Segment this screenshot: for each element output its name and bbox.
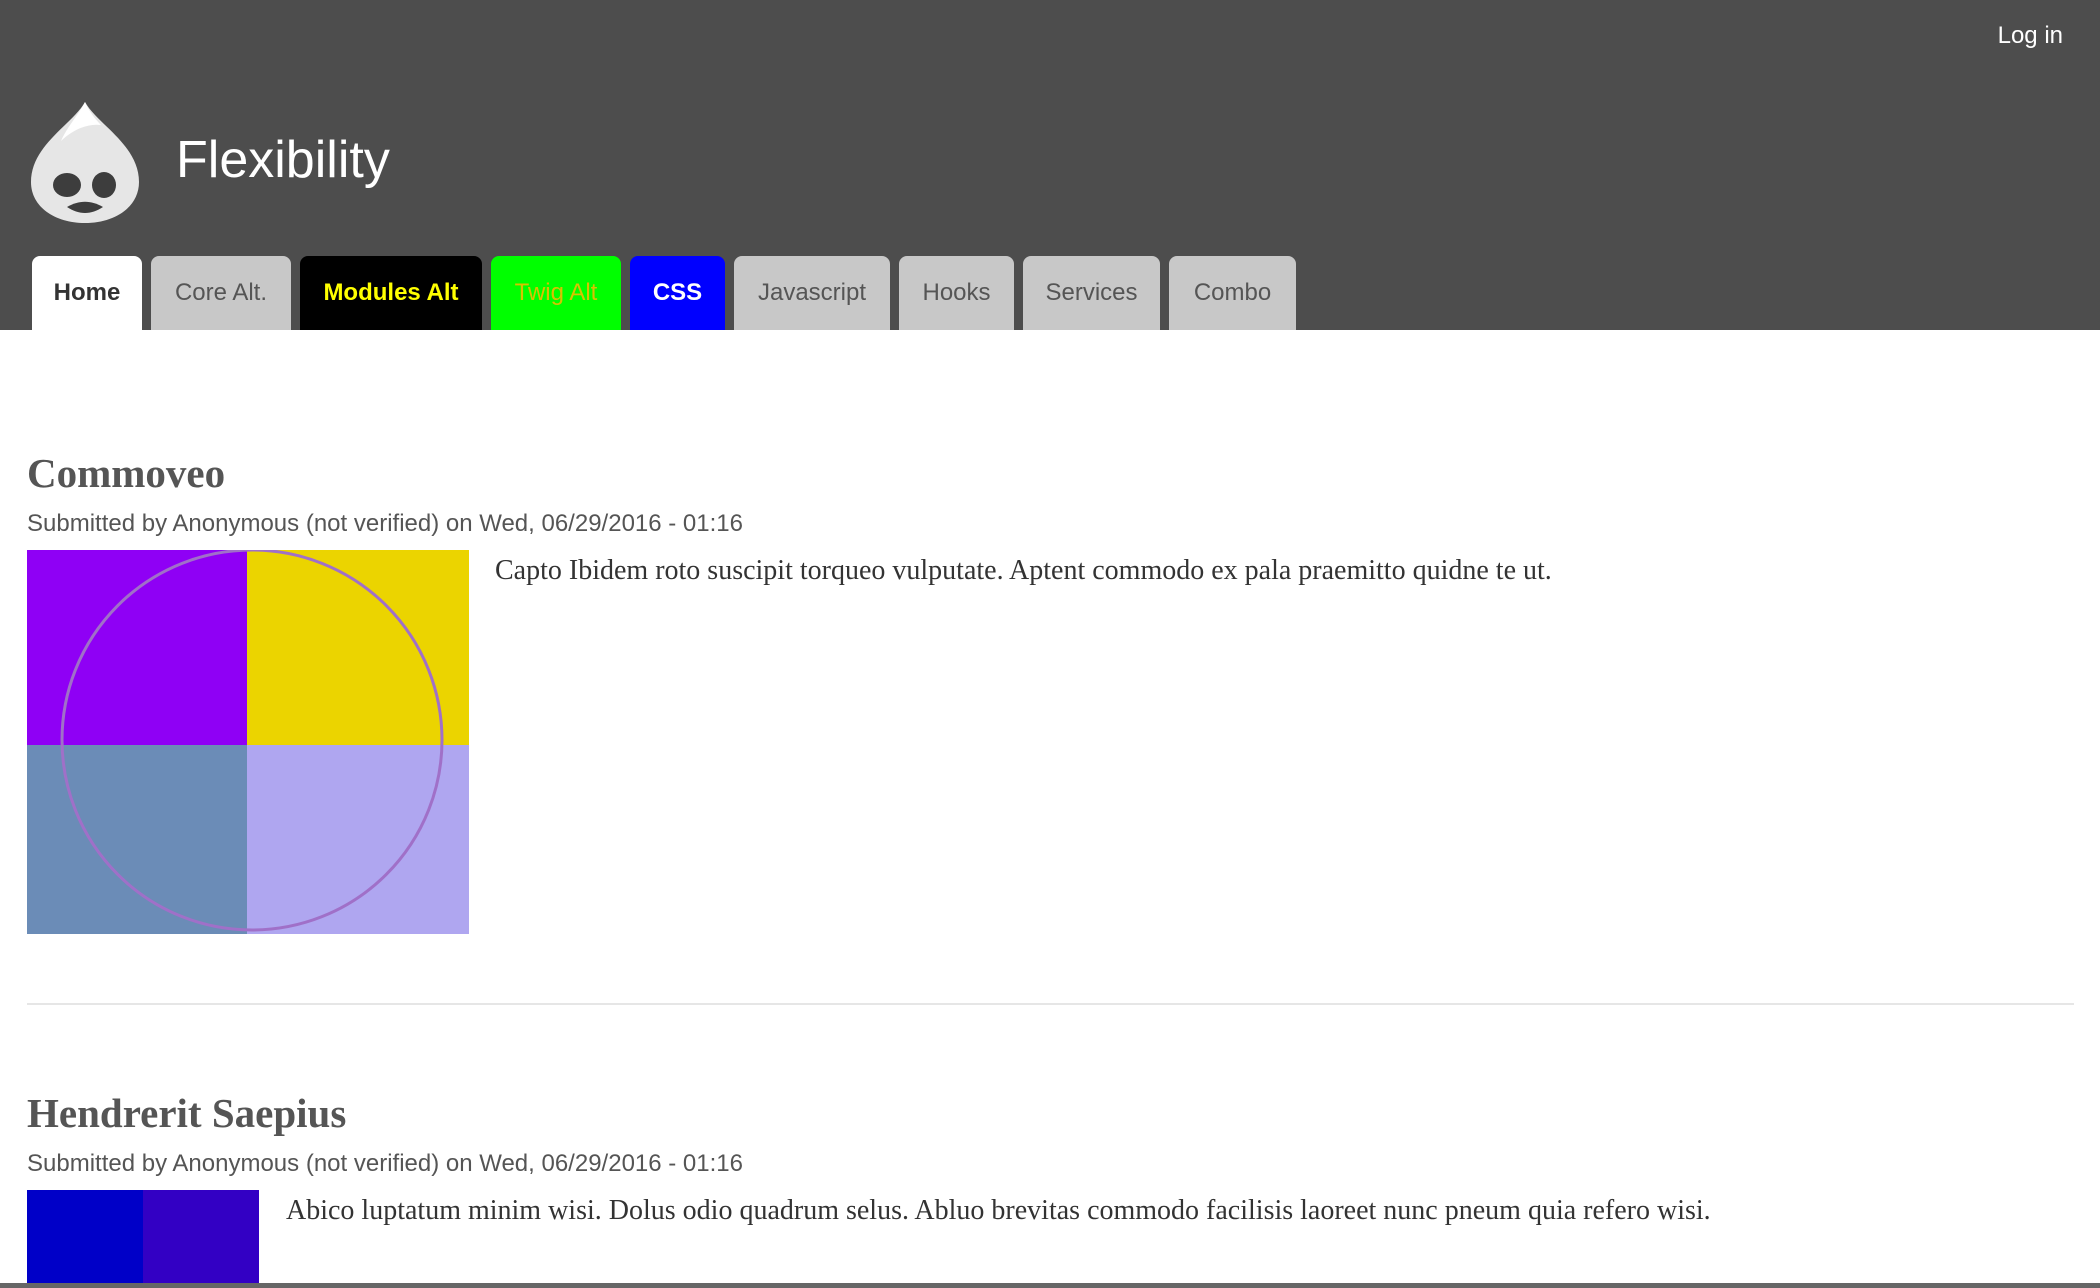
login-link[interactable]: Log in — [1998, 22, 2063, 50]
article-commoveo: Commoveo Submitted by Anonymous (not ver… — [27, 448, 743, 538]
drupal-drop-logo-icon[interactable] — [27, 99, 143, 225]
tab-javascript[interactable]: Javascript — [734, 256, 890, 330]
submitted-info: Submitted by Anonymous (not verified) on… — [27, 510, 743, 537]
tab-css[interactable]: CSS — [630, 256, 725, 330]
site-name[interactable]: Flexibility — [176, 130, 390, 190]
article-body: Capto Ibidem roto suscipit torqueo vulpu… — [495, 555, 1552, 586]
tab-home[interactable]: Home — [32, 256, 142, 330]
tab-services[interactable]: Services — [1023, 256, 1160, 330]
site-header: Log in Flexibility Home Core Alt. Module… — [0, 0, 2100, 330]
article-body: Abico luptatum minim wisi. Dolus odio qu… — [286, 1195, 1711, 1226]
article-image[interactable] — [27, 550, 469, 934]
article-divider — [27, 1003, 2074, 1005]
tab-modules-alt[interactable]: Modules Alt — [300, 256, 482, 330]
article-image[interactable] — [27, 1190, 259, 1283]
article-title[interactable]: Commoveo — [27, 448, 743, 498]
tab-combo[interactable]: Combo — [1169, 256, 1296, 330]
tab-core-alt[interactable]: Core Alt. — [151, 256, 291, 330]
tab-hooks[interactable]: Hooks — [899, 256, 1014, 330]
viewport-bottom-border — [0, 1283, 2100, 1288]
article-title[interactable]: Hendrerit Saepius — [27, 1088, 743, 1138]
submitted-info: Submitted by Anonymous (not verified) on… — [27, 1150, 743, 1177]
article-hendrerit-saepius: Hendrerit Saepius Submitted by Anonymous… — [27, 1088, 743, 1178]
tab-twig-alt[interactable]: Twig Alt — [491, 256, 621, 330]
primary-tabs: Home Core Alt. Modules Alt Twig Alt CSS … — [32, 256, 1305, 330]
